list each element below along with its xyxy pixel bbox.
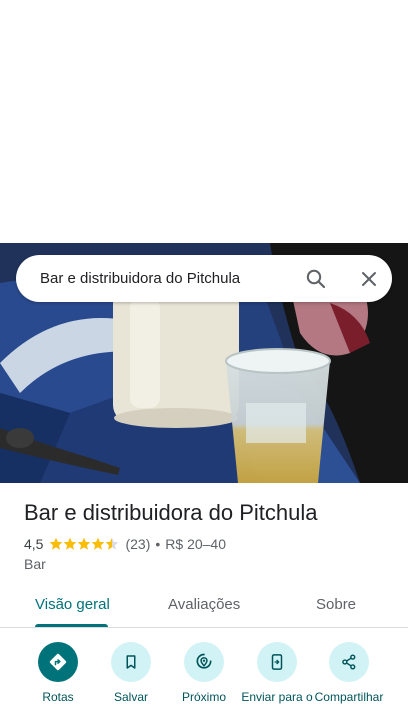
share-button-circle[interactable] — [329, 642, 369, 682]
price-range: R$ 20–40 — [165, 536, 226, 552]
search-input[interactable]: Bar e distribuidora do Pitchula — [40, 270, 392, 287]
directions-button[interactable]: Rotas — [18, 642, 98, 704]
active-tab-indicator — [35, 624, 108, 627]
tab-about[interactable]: Sobre — [316, 596, 356, 613]
star-rating — [49, 537, 119, 551]
review-count: (23) — [125, 536, 151, 552]
save-button-circle[interactable] — [111, 642, 151, 682]
rating-row[interactable]: 4,5 (23) • R$ 20–40 — [24, 535, 226, 553]
send-to-phone-icon — [271, 654, 283, 670]
send-to-phone-button-circle[interactable] — [257, 642, 297, 682]
share-icon — [342, 654, 356, 670]
directions-label: Rotas — [42, 690, 74, 704]
nearby-icon — [196, 653, 212, 669]
place-title: Bar e distribuidora do Pitchula — [24, 500, 318, 525]
tab-bar: Visão geral Avaliações Sobre — [0, 586, 408, 628]
map-blank-area — [0, 0, 408, 243]
star-icon — [92, 537, 105, 550]
send-to-phone-label: Enviar para o — [241, 690, 313, 704]
star-icon — [106, 537, 119, 550]
star-icon — [50, 537, 63, 550]
search-bar[interactable]: Bar e distribuidora do Pitchula — [16, 255, 392, 302]
save-label: Salvar — [113, 690, 148, 704]
star-icon — [78, 537, 91, 550]
tab-overview[interactable]: Visão geral — [35, 596, 110, 613]
tab-reviews[interactable]: Avaliações — [168, 596, 240, 613]
nearby-label: Próximo — [181, 690, 226, 704]
directions-icon — [49, 653, 67, 671]
place-category: Bar — [24, 556, 46, 572]
nearby-button[interactable]: Próximo — [164, 642, 244, 704]
rating-value: 4,5 — [24, 536, 44, 552]
directions-button-circle[interactable] — [38, 642, 78, 682]
close-icon[interactable] — [357, 267, 381, 291]
share-label: Compartilhar — [314, 690, 384, 704]
separator-dot: • — [155, 536, 161, 552]
search-icon[interactable] — [304, 267, 328, 291]
save-button[interactable]: Salvar — [91, 642, 171, 704]
share-button[interactable]: Compartilhar — [309, 642, 389, 704]
star-icon — [64, 537, 77, 550]
bookmark-icon — [126, 655, 136, 669]
send-to-phone-button[interactable]: Enviar para o — [237, 642, 317, 704]
nearby-button-circle[interactable] — [184, 642, 224, 682]
